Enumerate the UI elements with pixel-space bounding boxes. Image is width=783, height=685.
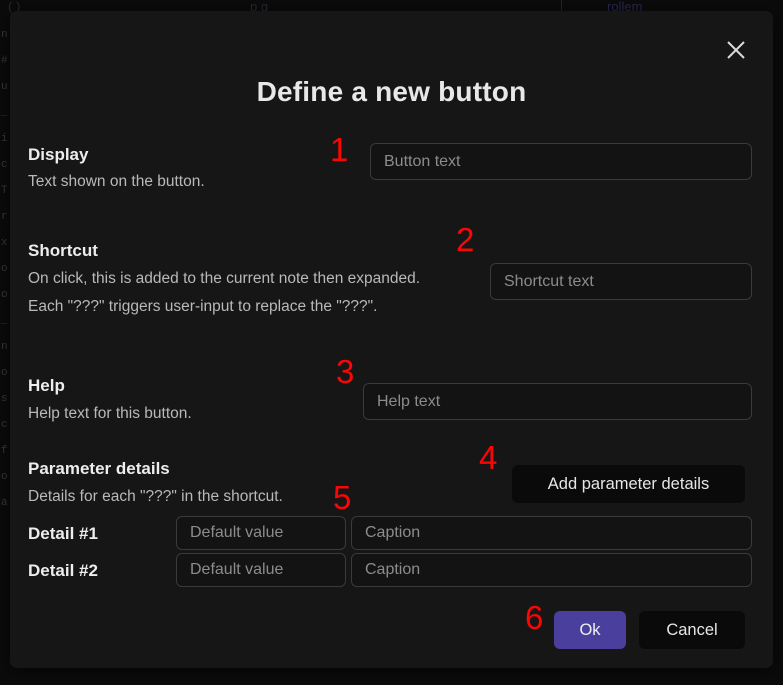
shortcut-section-description-line1: On click, this is added to the current n… — [28, 270, 421, 287]
page-title: Define a new button — [256, 76, 527, 107]
close-icon[interactable] — [719, 33, 753, 67]
display-text-input[interactable] — [370, 143, 752, 180]
shortcut-section-description-line2: Each "???" triggers user-input to replac… — [28, 298, 378, 315]
detail-row-1-label: Detail #1 — [28, 524, 98, 543]
detail-row-2-label: Detail #2 — [28, 561, 98, 580]
help-section-description: Help text for this button. — [28, 405, 192, 422]
detail-row-2-caption-input[interactable] — [351, 553, 752, 587]
detail-row-2-default-input[interactable] — [176, 553, 346, 587]
display-section-heading: Display — [28, 145, 89, 164]
detail-row-1-default-input[interactable] — [176, 516, 346, 550]
parameters-section-description: Details for each "???" in the shortcut. — [28, 488, 283, 505]
shortcut-text-input[interactable] — [490, 263, 752, 300]
help-text-input[interactable] — [363, 383, 752, 420]
cancel-button[interactable]: Cancel — [639, 611, 745, 649]
ok-button[interactable]: Ok — [554, 611, 626, 649]
parameters-section-heading: Parameter details — [28, 459, 170, 478]
add-parameter-details-button[interactable]: Add parameter details — [512, 465, 745, 503]
display-section-description: Text shown on the button. — [28, 173, 205, 190]
shortcut-section-heading: Shortcut — [28, 241, 98, 260]
define-button-dialog: Define a new button Display Text shown o… — [10, 11, 773, 668]
detail-row-1-caption-input[interactable] — [351, 516, 752, 550]
help-section-heading: Help — [28, 376, 65, 395]
